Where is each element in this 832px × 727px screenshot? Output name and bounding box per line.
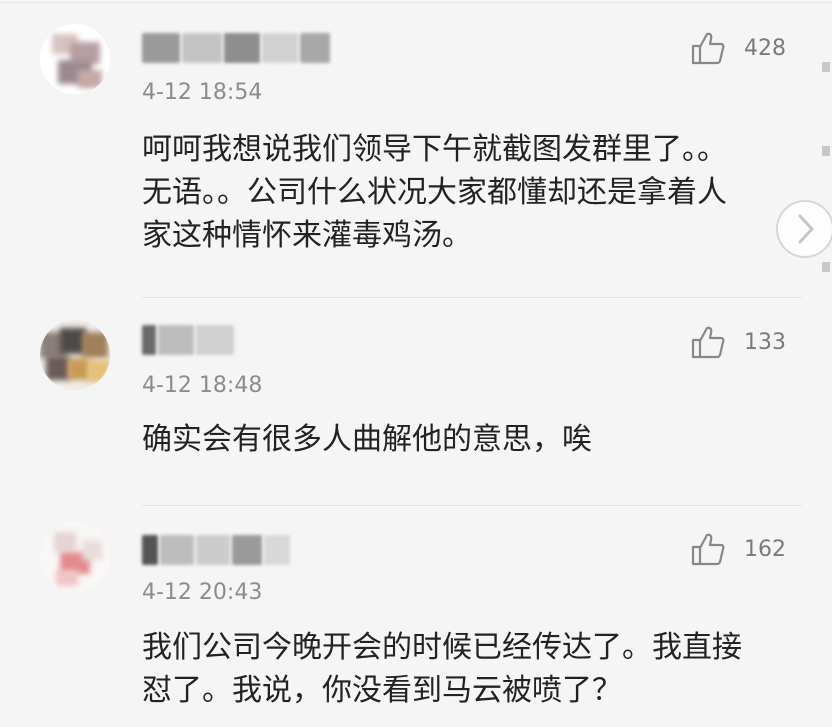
like-button[interactable]: 162 (690, 532, 786, 566)
comment-text-line: 我们公司今晚开会的时候已经传达了。我直接 (142, 630, 742, 665)
chevron-right-icon (798, 214, 814, 244)
comment-time: 4-12 18:48 (142, 373, 263, 398)
avatar[interactable] (40, 320, 110, 390)
comment-time: 4-12 18:54 (142, 80, 263, 105)
like-button[interactable]: 428 (690, 31, 786, 65)
comment-text-line: 确实会有很多人曲解他的意思，唉 (142, 422, 592, 457)
username-blurred[interactable] (142, 33, 330, 63)
edge-decoration (822, 262, 830, 272)
comment-time: 4-12 20:43 (142, 580, 263, 605)
comment-text: 确实会有很多人曲解他的意思，唉 (142, 418, 802, 461)
comment-text: 我们公司今晚开会的时候已经传达了。我直接 怼了。我说，你没看到马云被喷了？ (142, 626, 802, 712)
like-count: 162 (744, 536, 786, 562)
like-count: 428 (744, 35, 786, 61)
thumbs-up-icon (691, 32, 725, 65)
avatar[interactable] (40, 522, 110, 592)
username-blurred[interactable] (142, 535, 290, 565)
avatar[interactable] (40, 24, 110, 94)
thumbs-up-icon (691, 326, 725, 359)
comment-divider (142, 505, 802, 506)
username-blurred[interactable] (142, 325, 234, 355)
edge-decoration (822, 62, 830, 72)
top-divider (0, 2, 832, 3)
comment-divider (142, 297, 802, 298)
like-button[interactable]: 133 (690, 325, 786, 359)
thumbs-up-icon (691, 533, 725, 566)
next-button[interactable] (776, 200, 832, 258)
comment-text-line: 呵呵我想说我们领导下午就截图发群里了。。 (142, 132, 727, 167)
comment-text: 呵呵我想说我们领导下午就截图发群里了。。 无语。。公司什么状况大家都懂却还是拿着… (142, 128, 802, 257)
like-count: 133 (744, 329, 786, 355)
edge-decoration (822, 146, 830, 156)
comment-text-line: 家这种情怀来灌毒鸡汤。 (142, 218, 472, 253)
comment-text-line: 无语。。公司什么状况大家都懂却还是拿着人 (142, 175, 727, 210)
comment-text-line: 怼了。我说，你没看到马云被喷了？ (142, 673, 622, 708)
